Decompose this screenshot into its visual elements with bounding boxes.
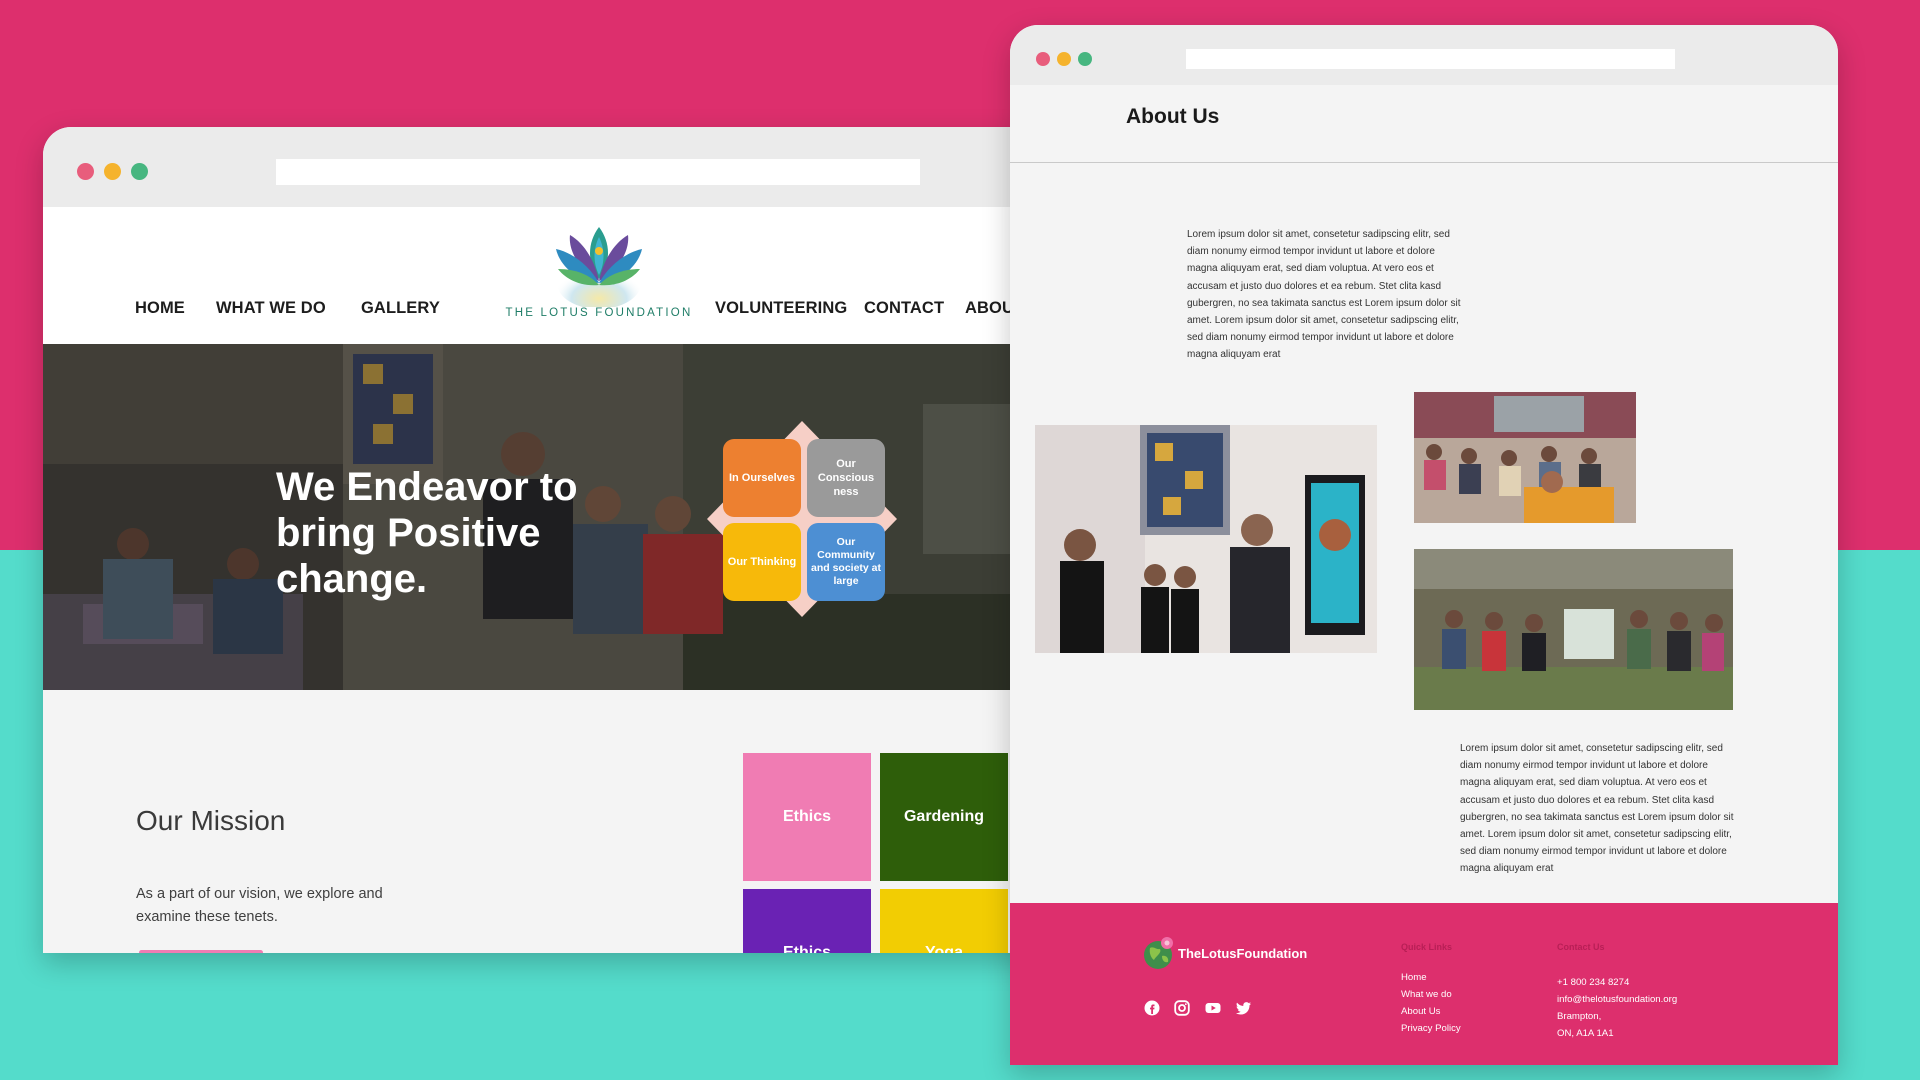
minimize-window-button[interactable] bbox=[104, 163, 121, 180]
about-page-window: About Us Lorem ipsum dolor sit amet, con… bbox=[1010, 25, 1838, 1065]
tenet-ethics[interactable]: Ethics bbox=[743, 753, 871, 881]
hero-banner: We Endeavor to bring Positive change. In… bbox=[43, 344, 1043, 690]
address-bar[interactable] bbox=[276, 159, 920, 185]
mission-button[interactable] bbox=[139, 950, 263, 953]
footer-link-privacy-policy[interactable]: Privacy Policy bbox=[1401, 1023, 1461, 1034]
contact-phone[interactable]: +1 800 234 8274 bbox=[1557, 977, 1629, 988]
lotus-icon bbox=[556, 227, 642, 309]
hero-title: We Endeavor to bring Positive change. bbox=[276, 465, 578, 601]
change-diamond-graphic: In Ourselves Our Conscious ness Our Thin… bbox=[707, 421, 897, 617]
close-window-button[interactable] bbox=[1036, 52, 1050, 66]
tenet-yoga[interactable]: Yoga bbox=[880, 889, 1008, 953]
mission-text: As a part of our vision, we explore and … bbox=[136, 886, 383, 925]
nav-gallery[interactable]: GALLERY bbox=[361, 299, 440, 318]
site-logo[interactable]: THE LOTUS FOUNDATION bbox=[504, 221, 694, 327]
photo-group-garden bbox=[1414, 549, 1733, 710]
contact-email[interactable]: info@thelotusfoundation.org bbox=[1557, 994, 1677, 1005]
browser-toolbar bbox=[43, 127, 1043, 207]
mission-title: Our Mission bbox=[136, 805, 286, 836]
twitter-icon[interactable] bbox=[1236, 1000, 1252, 1016]
minimize-window-button[interactable] bbox=[1057, 52, 1071, 66]
tile-our-community: Our Community and society at large bbox=[807, 523, 885, 601]
facebook-icon[interactable] bbox=[1144, 1000, 1160, 1016]
tile-our-thinking: Our Thinking bbox=[723, 523, 801, 601]
close-window-button[interactable] bbox=[77, 163, 94, 180]
photo-presentation-image bbox=[1035, 425, 1377, 653]
address-bar[interactable] bbox=[1186, 49, 1675, 69]
site-navbar: HOME WHAT WE DO GALLERY THE LOTUS FOUNDA… bbox=[43, 207, 1043, 344]
globe-logo-icon[interactable] bbox=[1142, 936, 1176, 970]
photo-presentation bbox=[1035, 425, 1377, 653]
contact-heading: Contact Us bbox=[1557, 942, 1605, 952]
home-page-window: HOME WHAT WE DO GALLERY THE LOTUS FOUNDA… bbox=[43, 127, 1043, 953]
tenet-ethics-2[interactable]: Ethics bbox=[743, 889, 871, 953]
quick-links-heading: Quick Links bbox=[1401, 942, 1453, 952]
instagram-icon[interactable] bbox=[1174, 1000, 1190, 1016]
footer-brand[interactable]: TheLotusFoundation bbox=[1178, 946, 1307, 961]
footer-link-what-we-do[interactable]: What we do bbox=[1401, 989, 1452, 1000]
photo-group-garden-image bbox=[1414, 549, 1733, 710]
photo-meeting bbox=[1414, 392, 1636, 523]
contact-city: Brampton, bbox=[1557, 1011, 1602, 1022]
maximize-window-button[interactable] bbox=[131, 163, 148, 180]
nav-volunteering[interactable]: VOLUNTEERING bbox=[715, 299, 847, 318]
site-footer: TheLotusFoundation Quick Links Home What… bbox=[1010, 903, 1838, 1065]
about-paragraph-1: Lorem ipsum dolor sit amet, consetetur s… bbox=[1187, 229, 1461, 361]
footer-link-about-us[interactable]: About Us bbox=[1401, 1006, 1440, 1017]
photo-meeting-image bbox=[1414, 392, 1636, 523]
maximize-window-button[interactable] bbox=[1078, 52, 1092, 66]
footer-link-home[interactable]: Home bbox=[1401, 972, 1427, 983]
contact-postal: ON, A1A 1A1 bbox=[1557, 1028, 1614, 1039]
nav-about[interactable]: ABOU bbox=[965, 299, 1014, 318]
page-title: About Us bbox=[1126, 105, 1220, 128]
nav-home[interactable]: HOME bbox=[135, 299, 185, 318]
tile-in-ourselves: In Ourselves bbox=[723, 439, 801, 517]
logo-text: THE LOTUS FOUNDATION bbox=[505, 307, 693, 319]
tenet-gardening[interactable]: Gardening bbox=[880, 753, 1008, 881]
youtube-icon[interactable] bbox=[1205, 1000, 1221, 1016]
nav-what-we-do[interactable]: WHAT WE DO bbox=[216, 299, 326, 318]
tile-our-consciousness: Our Conscious ness bbox=[807, 439, 885, 517]
about-paragraph-2: Lorem ipsum dolor sit amet, consetetur s… bbox=[1460, 743, 1734, 875]
nav-contact[interactable]: CONTACT bbox=[864, 299, 944, 318]
browser-toolbar bbox=[1010, 25, 1838, 85]
header-divider bbox=[1010, 162, 1838, 163]
